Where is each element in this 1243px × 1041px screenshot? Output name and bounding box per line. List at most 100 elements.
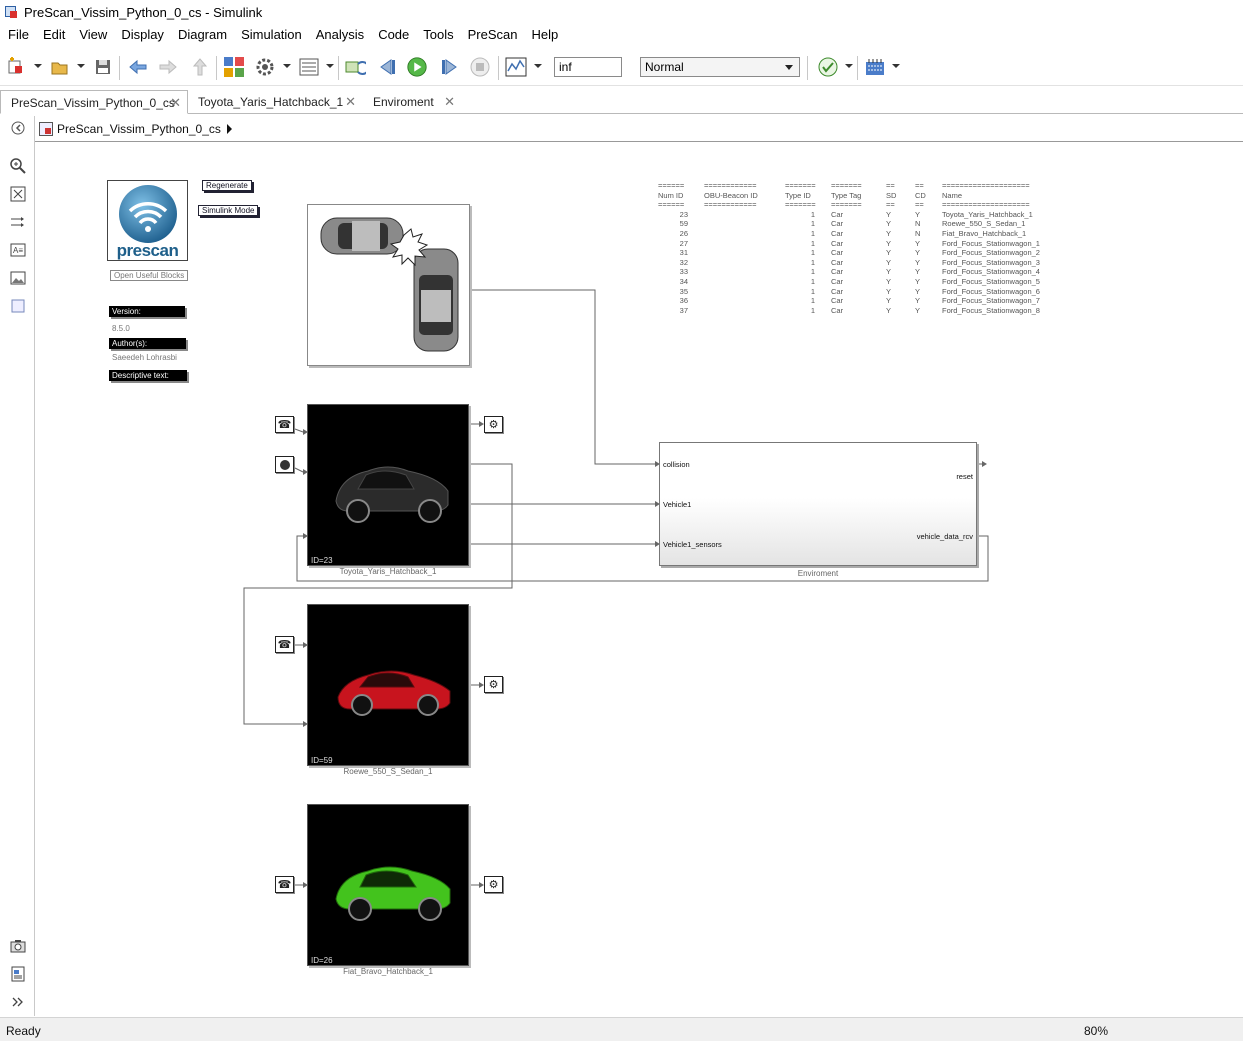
vehicle-block-label: Fiat_Bravo_Hatchback_1 xyxy=(343,967,433,976)
back-icon[interactable] xyxy=(127,56,149,78)
scope-icon[interactable] xyxy=(505,56,527,78)
fit-view-icon[interactable] xyxy=(9,185,27,203)
vehicle-id-label: ID=59 xyxy=(311,756,333,765)
menu-help[interactable]: Help xyxy=(525,24,566,46)
menu-tools[interactable]: Tools xyxy=(416,24,460,46)
stop-icon[interactable] xyxy=(469,56,491,78)
sensor-input-icon[interactable] xyxy=(275,456,294,473)
build-dropdown[interactable] xyxy=(892,64,900,68)
simulation-mode-select[interactable]: Normal xyxy=(640,57,800,77)
enviroment-subsystem-block[interactable]: collision Vehicle1 Vehicle1_sensors rese… xyxy=(659,442,977,566)
vehicle-block-label: Roewe_550_S_Sedan_1 xyxy=(343,767,433,776)
tab-enviroment[interactable]: Enviroment ✕ xyxy=(363,90,461,114)
close-icon[interactable]: ✕ xyxy=(444,90,455,114)
table-cell: 1 xyxy=(810,267,815,277)
screenshot-icon[interactable] xyxy=(9,937,27,955)
menu-analysis[interactable]: Analysis xyxy=(309,24,371,46)
car-icon xyxy=(335,866,451,921)
save-icon[interactable] xyxy=(92,56,114,78)
open-icon[interactable] xyxy=(49,56,71,78)
vehicle-id-label: ID=23 xyxy=(311,556,333,565)
tab-toyota-yaris-hatchback[interactable]: Toyota_Yaris_Hatchback_1 ✕ xyxy=(188,90,362,114)
arrow-icon[interactable] xyxy=(9,213,27,231)
open-useful-blocks-button[interactable]: Open Useful Blocks xyxy=(110,270,189,281)
model-config-icon[interactable] xyxy=(254,56,276,78)
table-cell: ======= xyxy=(831,181,862,190)
toolbar-separator xyxy=(216,56,217,80)
vehicle-block-fiat[interactable]: ID=26 xyxy=(307,804,469,966)
breadcrumb-model[interactable]: PreScan_Vissim_Python_0_cs xyxy=(57,122,221,136)
model-explorer-dropdown[interactable] xyxy=(326,64,334,68)
regenerate-button[interactable]: Regenerate xyxy=(202,180,252,191)
table-cell: ==================== xyxy=(942,200,1030,210)
port-collision: collision xyxy=(663,460,690,469)
open-dropdown[interactable] xyxy=(77,64,85,68)
vehicle-block-roewe[interactable]: ID=59 xyxy=(307,604,469,766)
table-cell: ====== xyxy=(658,200,685,210)
prescan-logo-text: prescan xyxy=(116,241,179,260)
table-cell: Y xyxy=(915,209,921,219)
new-model-icon[interactable] xyxy=(6,56,28,78)
scope-dropdown[interactable] xyxy=(534,64,542,68)
menu-code[interactable]: Code xyxy=(371,24,416,46)
step-back-icon[interactable] xyxy=(377,56,399,78)
vehicle-output-icon[interactable]: ⚙ xyxy=(484,876,503,893)
update-diagram-icon[interactable] xyxy=(344,56,366,78)
table-cell: Car xyxy=(831,286,844,296)
table-cell: Ford_Focus_Stationwagon_5 xyxy=(942,277,1040,286)
vissim-input-icon[interactable]: ☎ xyxy=(275,416,294,433)
check-dropdown[interactable] xyxy=(845,64,853,68)
expand-icon[interactable] xyxy=(9,993,27,1011)
step-forward-icon[interactable] xyxy=(438,56,460,78)
table-cell: ============ xyxy=(704,181,757,190)
table-cell: Ford_Focus_Stationwagon_3 xyxy=(942,257,1040,267)
close-icon[interactable]: ✕ xyxy=(170,91,181,115)
menu-simulation[interactable]: Simulation xyxy=(234,24,309,46)
build-icon[interactable] xyxy=(864,56,886,78)
menu-view[interactable]: View xyxy=(72,24,114,46)
library-browser-icon[interactable] xyxy=(223,56,245,78)
table-cell: Name xyxy=(942,190,963,200)
model-explorer-icon[interactable] xyxy=(298,56,320,78)
menu-display[interactable]: Display xyxy=(114,24,171,46)
chevron-right-icon[interactable] xyxy=(226,123,232,134)
vissim-input-icon[interactable]: ☎ xyxy=(275,876,294,893)
simulink-mode-button[interactable]: Simulink Mode xyxy=(198,205,259,216)
report-icon[interactable] xyxy=(9,965,27,983)
table-cell: Y xyxy=(886,248,892,258)
status-text: Ready xyxy=(6,1024,41,1038)
close-icon[interactable]: ✕ xyxy=(345,90,356,114)
vehicle-block-toyota[interactable]: ID=23 xyxy=(307,404,469,566)
zoom-icon[interactable] xyxy=(9,157,27,175)
vehicle-output-icon[interactable]: ⚙ xyxy=(484,416,503,433)
simulink-window: PreScan_Vissim_Python_0_cs - Simulink Fi… xyxy=(0,0,1243,1041)
menu-diagram[interactable]: Diagram xyxy=(171,24,234,46)
collision-viewer-block[interactable] xyxy=(307,204,470,366)
hide-browser-icon[interactable] xyxy=(9,119,27,137)
table-cell: ======= xyxy=(785,181,816,190)
area-icon[interactable] xyxy=(9,297,27,315)
table-cell: N xyxy=(915,219,921,229)
table-cell: Y xyxy=(886,257,892,267)
forward-icon[interactable] xyxy=(157,56,179,78)
table-cell: Ford_Focus_Stationwagon_7 xyxy=(942,296,1040,306)
table-cell: Car xyxy=(831,296,844,306)
table-cell: Y xyxy=(915,277,921,286)
menu-prescan[interactable]: PreScan xyxy=(461,24,525,46)
stop-time-input[interactable] xyxy=(554,57,622,77)
annotation-icon[interactable]: A≡ xyxy=(9,241,27,259)
vissim-input-icon[interactable]: ☎ xyxy=(275,636,294,653)
run-icon[interactable] xyxy=(406,56,428,78)
table-cell: Y xyxy=(915,267,921,277)
check-icon[interactable] xyxy=(817,56,839,78)
image-icon[interactable] xyxy=(9,269,27,287)
up-icon[interactable] xyxy=(189,56,211,78)
menu-edit[interactable]: Edit xyxy=(36,24,72,46)
vehicle-output-icon[interactable]: ⚙ xyxy=(484,676,503,693)
new-model-dropdown[interactable] xyxy=(34,64,42,68)
prescan-logo-block[interactable]: prescan xyxy=(107,180,188,261)
tab-prescan-vissim-python[interactable]: PreScan_Vissim_Python_0_cs ✕ xyxy=(0,90,188,114)
toolbar-separator xyxy=(807,56,808,80)
menu-file[interactable]: File xyxy=(0,24,36,46)
model-config-dropdown[interactable] xyxy=(283,64,291,68)
